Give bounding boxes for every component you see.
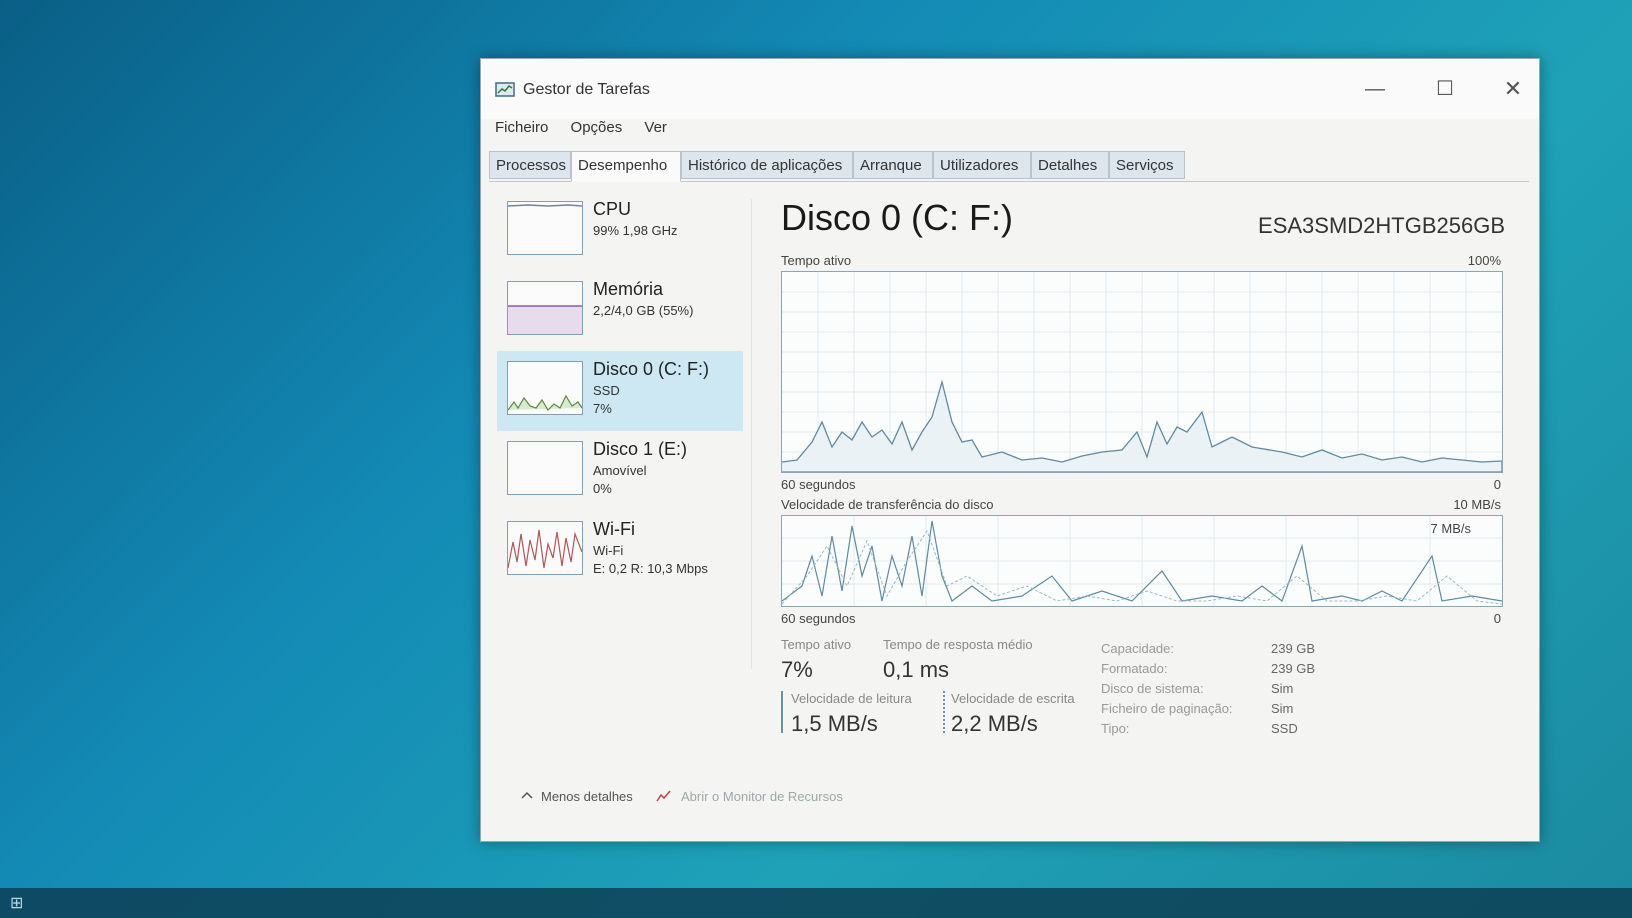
- sidebar-item-detail: 99% 1,98 GHz: [593, 223, 678, 238]
- stat-write-value: 2,2 MB/s: [951, 711, 1038, 736]
- prop-capacity-value: 239 GB: [1271, 641, 1316, 656]
- stat-active-time-label: Tempo ativo: [781, 637, 852, 652]
- sidebar-item-label: Memória: [593, 279, 664, 299]
- prop-capacity-label: Capacidade:: [1101, 641, 1174, 656]
- sidebar-item-detail: SSD: [593, 383, 620, 398]
- tab-detalhes[interactable]: Detalhes: [1031, 151, 1109, 179]
- disk-detail-panel: Disco 0 (C: F:) ESA3SMD2HTGB256GB Tempo …: [771, 191, 1521, 771]
- menu-ver[interactable]: Ver: [644, 119, 667, 136]
- sidebar-item-wifi[interactable]: Wi-Fi Wi-Fi E: 0,2 R: 10,3 Mbps: [497, 511, 743, 591]
- transfer-mid-label: 7 MB/s: [1430, 521, 1471, 536]
- tab-strip: Processos Desempenho Histórico de aplica…: [489, 151, 1529, 182]
- tab-arranque[interactable]: Arranque: [853, 151, 933, 179]
- tab-processos[interactable]: Processos: [489, 151, 571, 179]
- prop-type-value: SSD: [1271, 721, 1298, 736]
- prop-pagefile-value: Sim: [1271, 701, 1294, 716]
- active-time-graph: [781, 271, 1503, 473]
- minimize-button[interactable]: —: [1351, 71, 1399, 107]
- sidebar-item-label: Disco 1 (E:): [593, 439, 688, 459]
- write-speed-indicator: [943, 691, 945, 733]
- less-details-label: Menos detalhes: [541, 789, 633, 804]
- memory-thumbnail: [507, 281, 583, 335]
- prop-system-disk-label: Disco de sistema:: [1101, 681, 1204, 696]
- sidebar-item-label: Wi-Fi: [593, 519, 635, 539]
- transfer-graph-label: Velocidade de transferência do disco: [781, 497, 994, 512]
- taskbar: ⊞: [0, 888, 1632, 918]
- chevron-up-icon: [521, 791, 533, 799]
- active-time-max-label: 100%: [1467, 253, 1501, 268]
- sidebar-item-usage: 0%: [593, 481, 612, 496]
- active-time-duration-label: 60 segundos: [781, 477, 856, 492]
- prop-system-disk-value: Sim: [1271, 681, 1294, 696]
- disk0-thumbnail: [507, 361, 583, 415]
- active-time-graph-label: Tempo ativo: [781, 253, 852, 268]
- menu-opcoes[interactable]: Opções: [571, 119, 623, 136]
- performance-sidebar: CPU 99% 1,98 GHz Memória 2,2/4,0 GB (55%…: [497, 191, 743, 661]
- title-bar: Gestor de Tarefas — ☐ ✕: [481, 59, 1539, 119]
- sidebar-item-detail: 2,2/4,0 GB (55%): [593, 303, 694, 318]
- sidebar-item-label: Disco 0 (C: F:): [593, 359, 710, 379]
- disk1-thumbnail: [507, 441, 583, 495]
- menu-bar: Ficheiro Opções Ver: [495, 119, 685, 145]
- sidebar-divider: [751, 199, 752, 669]
- transfer-min-label: 0: [1493, 611, 1501, 626]
- sidebar-item-cpu[interactable]: CPU 99% 1,98 GHz: [497, 191, 743, 271]
- stat-write-label: Velocidade de escrita: [951, 691, 1075, 706]
- disk-title: Disco 0 (C: F:): [781, 197, 1014, 238]
- prop-type-label: Tipo:: [1101, 721, 1130, 736]
- prop-formatted-label: Formatado:: [1101, 661, 1168, 676]
- window-title: Gestor de Tarefas: [523, 81, 650, 98]
- sidebar-item-label: CPU: [593, 199, 632, 219]
- stat-read-label: Velocidade de leitura: [791, 691, 912, 706]
- resource-monitor-icon: [656, 790, 671, 802]
- sidebar-item-disco-1[interactable]: Disco 1 (E:) Amovível 0%: [497, 431, 743, 511]
- tab-utilizadores[interactable]: Utilizadores: [933, 151, 1031, 179]
- windows-start-icon[interactable]: ⊞: [10, 893, 32, 913]
- prop-formatted-value: 239 GB: [1271, 661, 1316, 676]
- task-manager-window: Gestor de Tarefas — ☐ ✕ Ficheiro Opções …: [480, 58, 1540, 842]
- task-manager-icon: [495, 82, 515, 97]
- stat-response-label: Tempo de resposta médio: [883, 637, 1033, 652]
- tab-historico[interactable]: Histórico de aplicações: [681, 151, 853, 179]
- transfer-max-label: 10 MB/s: [1453, 497, 1501, 512]
- sidebar-item-disco-0[interactable]: Disco 0 (C: F:) SSD 7%: [497, 351, 743, 431]
- transfer-duration-label: 60 segundos: [781, 611, 856, 626]
- transfer-rate-graph: [781, 515, 1503, 607]
- tab-desempenho[interactable]: Desempenho: [571, 151, 681, 182]
- sidebar-item-memoria[interactable]: Memória 2,2/4,0 GB (55%): [497, 271, 743, 351]
- sidebar-item-detail: Wi-Fi: [593, 543, 624, 558]
- active-time-min-label: 0: [1493, 477, 1501, 492]
- menu-ficheiro[interactable]: Ficheiro: [495, 119, 548, 136]
- disk-model: ESA3SMD2HTGB256GB: [1258, 213, 1505, 238]
- read-speed-indicator: [781, 691, 783, 733]
- stat-response-value: 0,1 ms: [883, 657, 950, 682]
- wifi-thumbnail: [507, 521, 583, 575]
- open-resource-monitor-link[interactable]: Abrir o Monitor de Recursos: [681, 789, 843, 804]
- sidebar-item-detail: Amovível: [593, 463, 647, 478]
- close-button[interactable]: ✕: [1489, 71, 1537, 107]
- sidebar-item-usage: 7%: [593, 401, 612, 416]
- sidebar-item-usage: E: 0,2 R: 10,3 Mbps: [593, 561, 708, 576]
- cpu-thumbnail: [507, 201, 583, 255]
- stat-active-time-value: 7%: [781, 657, 813, 682]
- maximize-button[interactable]: ☐: [1421, 71, 1469, 107]
- stat-read-value: 1,5 MB/s: [791, 711, 878, 736]
- prop-pagefile-label: Ficheiro de paginação:: [1101, 701, 1233, 716]
- less-details-button[interactable]: Menos detalhes: [521, 789, 633, 804]
- tab-servicos[interactable]: Serviços: [1109, 151, 1185, 179]
